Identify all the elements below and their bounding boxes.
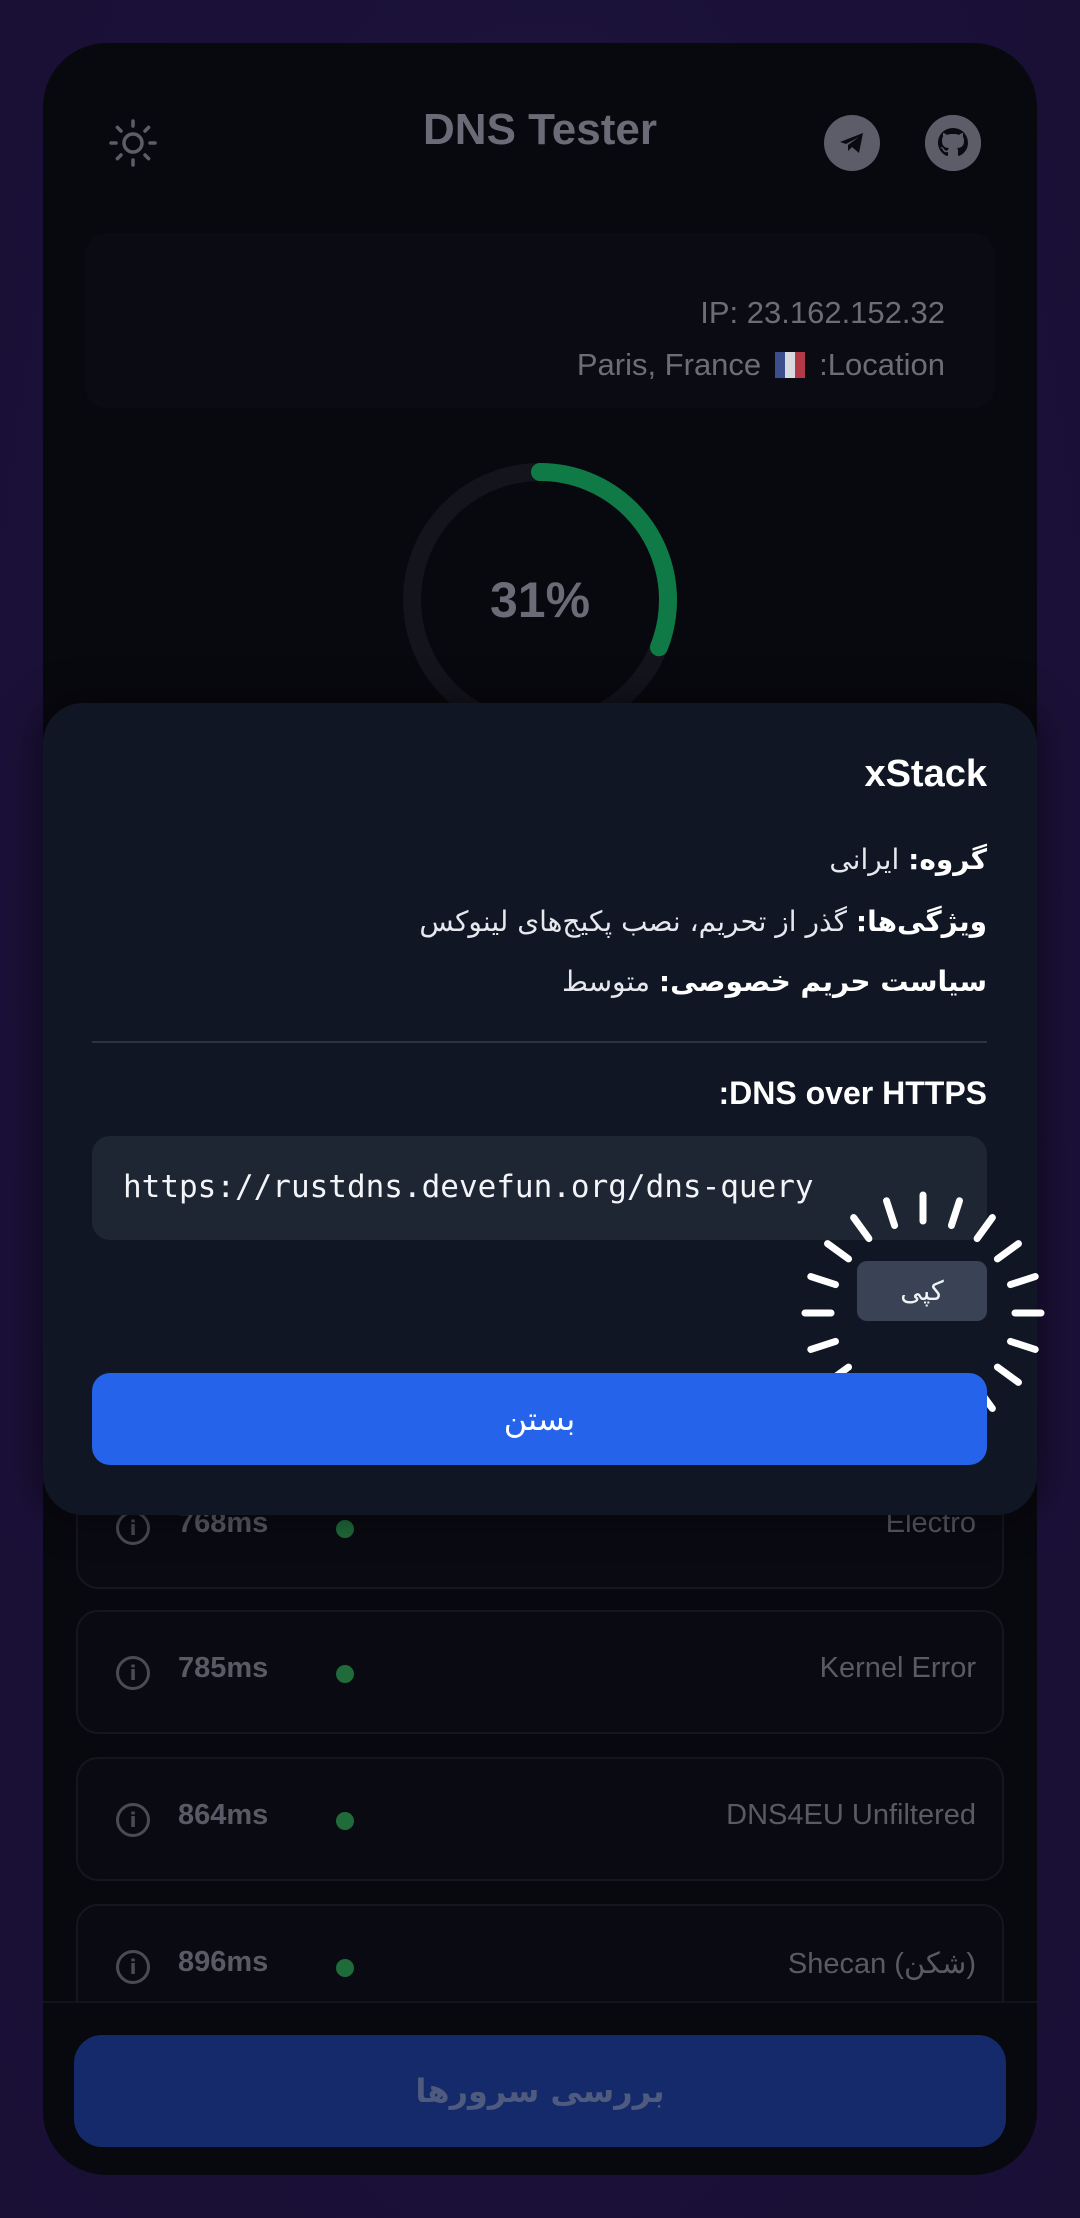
check-servers-button[interactable]: بررسی سرورها xyxy=(74,2035,1006,2147)
connection-info-card: IP: 23.162.152.32 Paris, France :Locatio… xyxy=(85,233,995,408)
divider xyxy=(92,1041,987,1043)
doh-label: DNS over HTTPS: xyxy=(718,1075,987,1111)
server-name: Kernel Error xyxy=(819,1652,976,1684)
privacy-label: سیاست حریم خصوصی: xyxy=(658,965,987,998)
info-icon[interactable]: i xyxy=(116,1656,150,1690)
burst-ray xyxy=(973,1214,996,1243)
github-icon xyxy=(925,115,981,171)
burst-ray xyxy=(993,1240,1022,1263)
features-label: ویژگی‌ها: xyxy=(855,905,987,938)
server-name: Shecan (شکن) xyxy=(787,1948,976,1980)
france-flag-icon xyxy=(775,352,806,378)
doh-url: https://rustdns.devefun.org/dns-query xyxy=(123,1169,814,1205)
server-item[interactable]: i 864ms DNS4EU Unfiltered xyxy=(76,1757,1004,1881)
server-details-modal: xStack گروه: ایرانی ویژگی‌ها: گذر از تحر… xyxy=(43,703,1045,1515)
footer: بررسی سرورها xyxy=(43,2001,1037,2175)
status-dot xyxy=(336,1520,354,1538)
status-dot xyxy=(336,1959,354,1977)
server-latency: 785ms xyxy=(178,1652,269,1684)
status-dot xyxy=(336,1665,354,1683)
burst-ray xyxy=(807,1337,840,1353)
app-title: DNS Tester xyxy=(423,105,657,154)
header: DNS Tester xyxy=(43,43,1037,233)
location-line: Paris, France :Location xyxy=(577,347,945,383)
group-value: ایرانی xyxy=(829,843,900,876)
group-label: گروه: xyxy=(908,843,987,876)
privacy-value: متوسط xyxy=(562,965,650,998)
github-button[interactable] xyxy=(925,115,981,171)
copy-button[interactable]: کپی xyxy=(857,1261,987,1321)
burst-ray xyxy=(883,1197,899,1230)
info-icon[interactable]: i xyxy=(116,1511,150,1545)
burst-ray xyxy=(824,1240,853,1263)
info-icon[interactable]: i xyxy=(116,1803,150,1837)
progress-ring: 31% xyxy=(395,455,685,745)
server-item[interactable]: i 785ms Kernel Error xyxy=(76,1610,1004,1734)
modal-title: xStack xyxy=(864,753,987,795)
burst-ray xyxy=(947,1197,963,1230)
telegram-icon xyxy=(840,133,863,153)
close-button[interactable]: بستن xyxy=(92,1373,987,1465)
burst-ray xyxy=(1006,1337,1039,1353)
burst-ray xyxy=(807,1273,840,1289)
server-latency: 896ms xyxy=(178,1946,269,1978)
info-icon[interactable]: i xyxy=(116,1950,150,1984)
location-label: :Location xyxy=(819,347,945,382)
features-value: گذر از تحریم، نصب پکیج‌های لینوکس xyxy=(419,905,848,938)
server-name: DNS4EU Unfiltered xyxy=(726,1799,976,1831)
location-value: Paris, France xyxy=(576,347,762,382)
progress-percent: 31% xyxy=(489,572,591,628)
privacy-row: سیاست حریم خصوصی: متوسط xyxy=(562,965,987,998)
features-row: ویژگی‌ها: گذر از تحریم، نصب پکیج‌های لین… xyxy=(419,905,987,938)
group-row: گروه: ایرانی xyxy=(829,843,987,876)
burst-ray xyxy=(993,1363,1022,1386)
status-dot xyxy=(336,1812,354,1830)
burst-ray xyxy=(850,1214,873,1243)
server-latency: 864ms xyxy=(178,1799,269,1831)
burst-ray xyxy=(1006,1273,1039,1289)
ip-address: IP: 23.162.152.32 xyxy=(700,295,945,330)
telegram-button[interactable] xyxy=(824,115,880,171)
